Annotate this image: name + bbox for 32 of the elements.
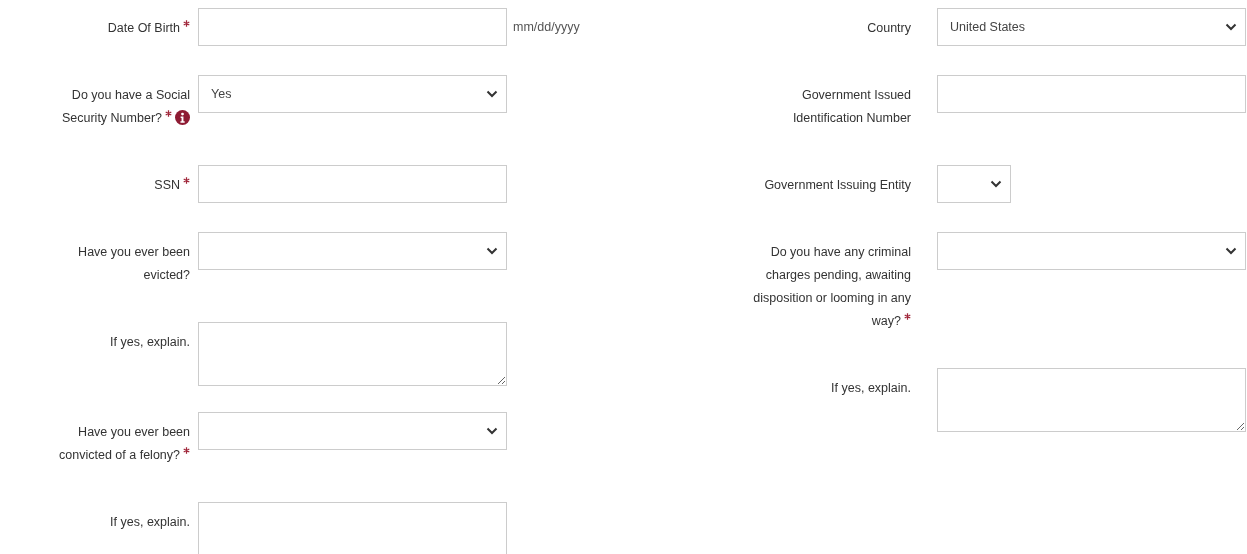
explanation-field[interactable]	[937, 368, 1246, 432]
explanation-field[interactable]	[198, 322, 507, 386]
dropdown[interactable]	[937, 165, 1011, 203]
field-label: Do you have a Social Security Number?	[60, 87, 190, 127]
field-label: If yes, explain.	[831, 380, 911, 397]
dropdown[interactable]: United States	[937, 8, 1246, 46]
chevron-down-icon	[486, 90, 498, 98]
chevron-down-icon	[486, 427, 498, 435]
field-label: Have you ever been evicted?	[77, 244, 190, 284]
chevron-down-icon	[486, 247, 498, 255]
field-label: Do you have any criminal charges pending, awaiting disposition or looming in any way?	[752, 244, 911, 330]
field-label: Date Of Birth	[107, 17, 190, 40]
field-label: Government Issuing Entity	[764, 177, 911, 194]
field-label: Country	[867, 20, 911, 37]
input-field[interactable]	[198, 165, 507, 203]
dropdown[interactable]	[937, 232, 1246, 270]
info-icon[interactable]	[175, 110, 190, 125]
field-label: SSN	[154, 174, 190, 197]
dropdown[interactable]: Yes	[198, 75, 507, 113]
chevron-down-icon	[1225, 247, 1237, 255]
field-label: Government Issued Identification Number	[791, 87, 911, 127]
chevron-down-icon	[990, 180, 1002, 188]
dropdown[interactable]	[198, 412, 507, 450]
explanation-field[interactable]	[198, 502, 507, 554]
input-field[interactable]	[937, 75, 1246, 113]
field-label: If yes, explain.	[110, 514, 190, 531]
field-label: If yes, explain.	[110, 334, 190, 351]
chevron-down-icon	[1225, 23, 1237, 31]
dropdown[interactable]	[198, 232, 507, 270]
format-hint: mm/dd/yyyy	[513, 20, 580, 34]
input-field[interactable]	[198, 8, 507, 46]
field-label: Have you ever been convicted of a felony?	[58, 424, 190, 464]
